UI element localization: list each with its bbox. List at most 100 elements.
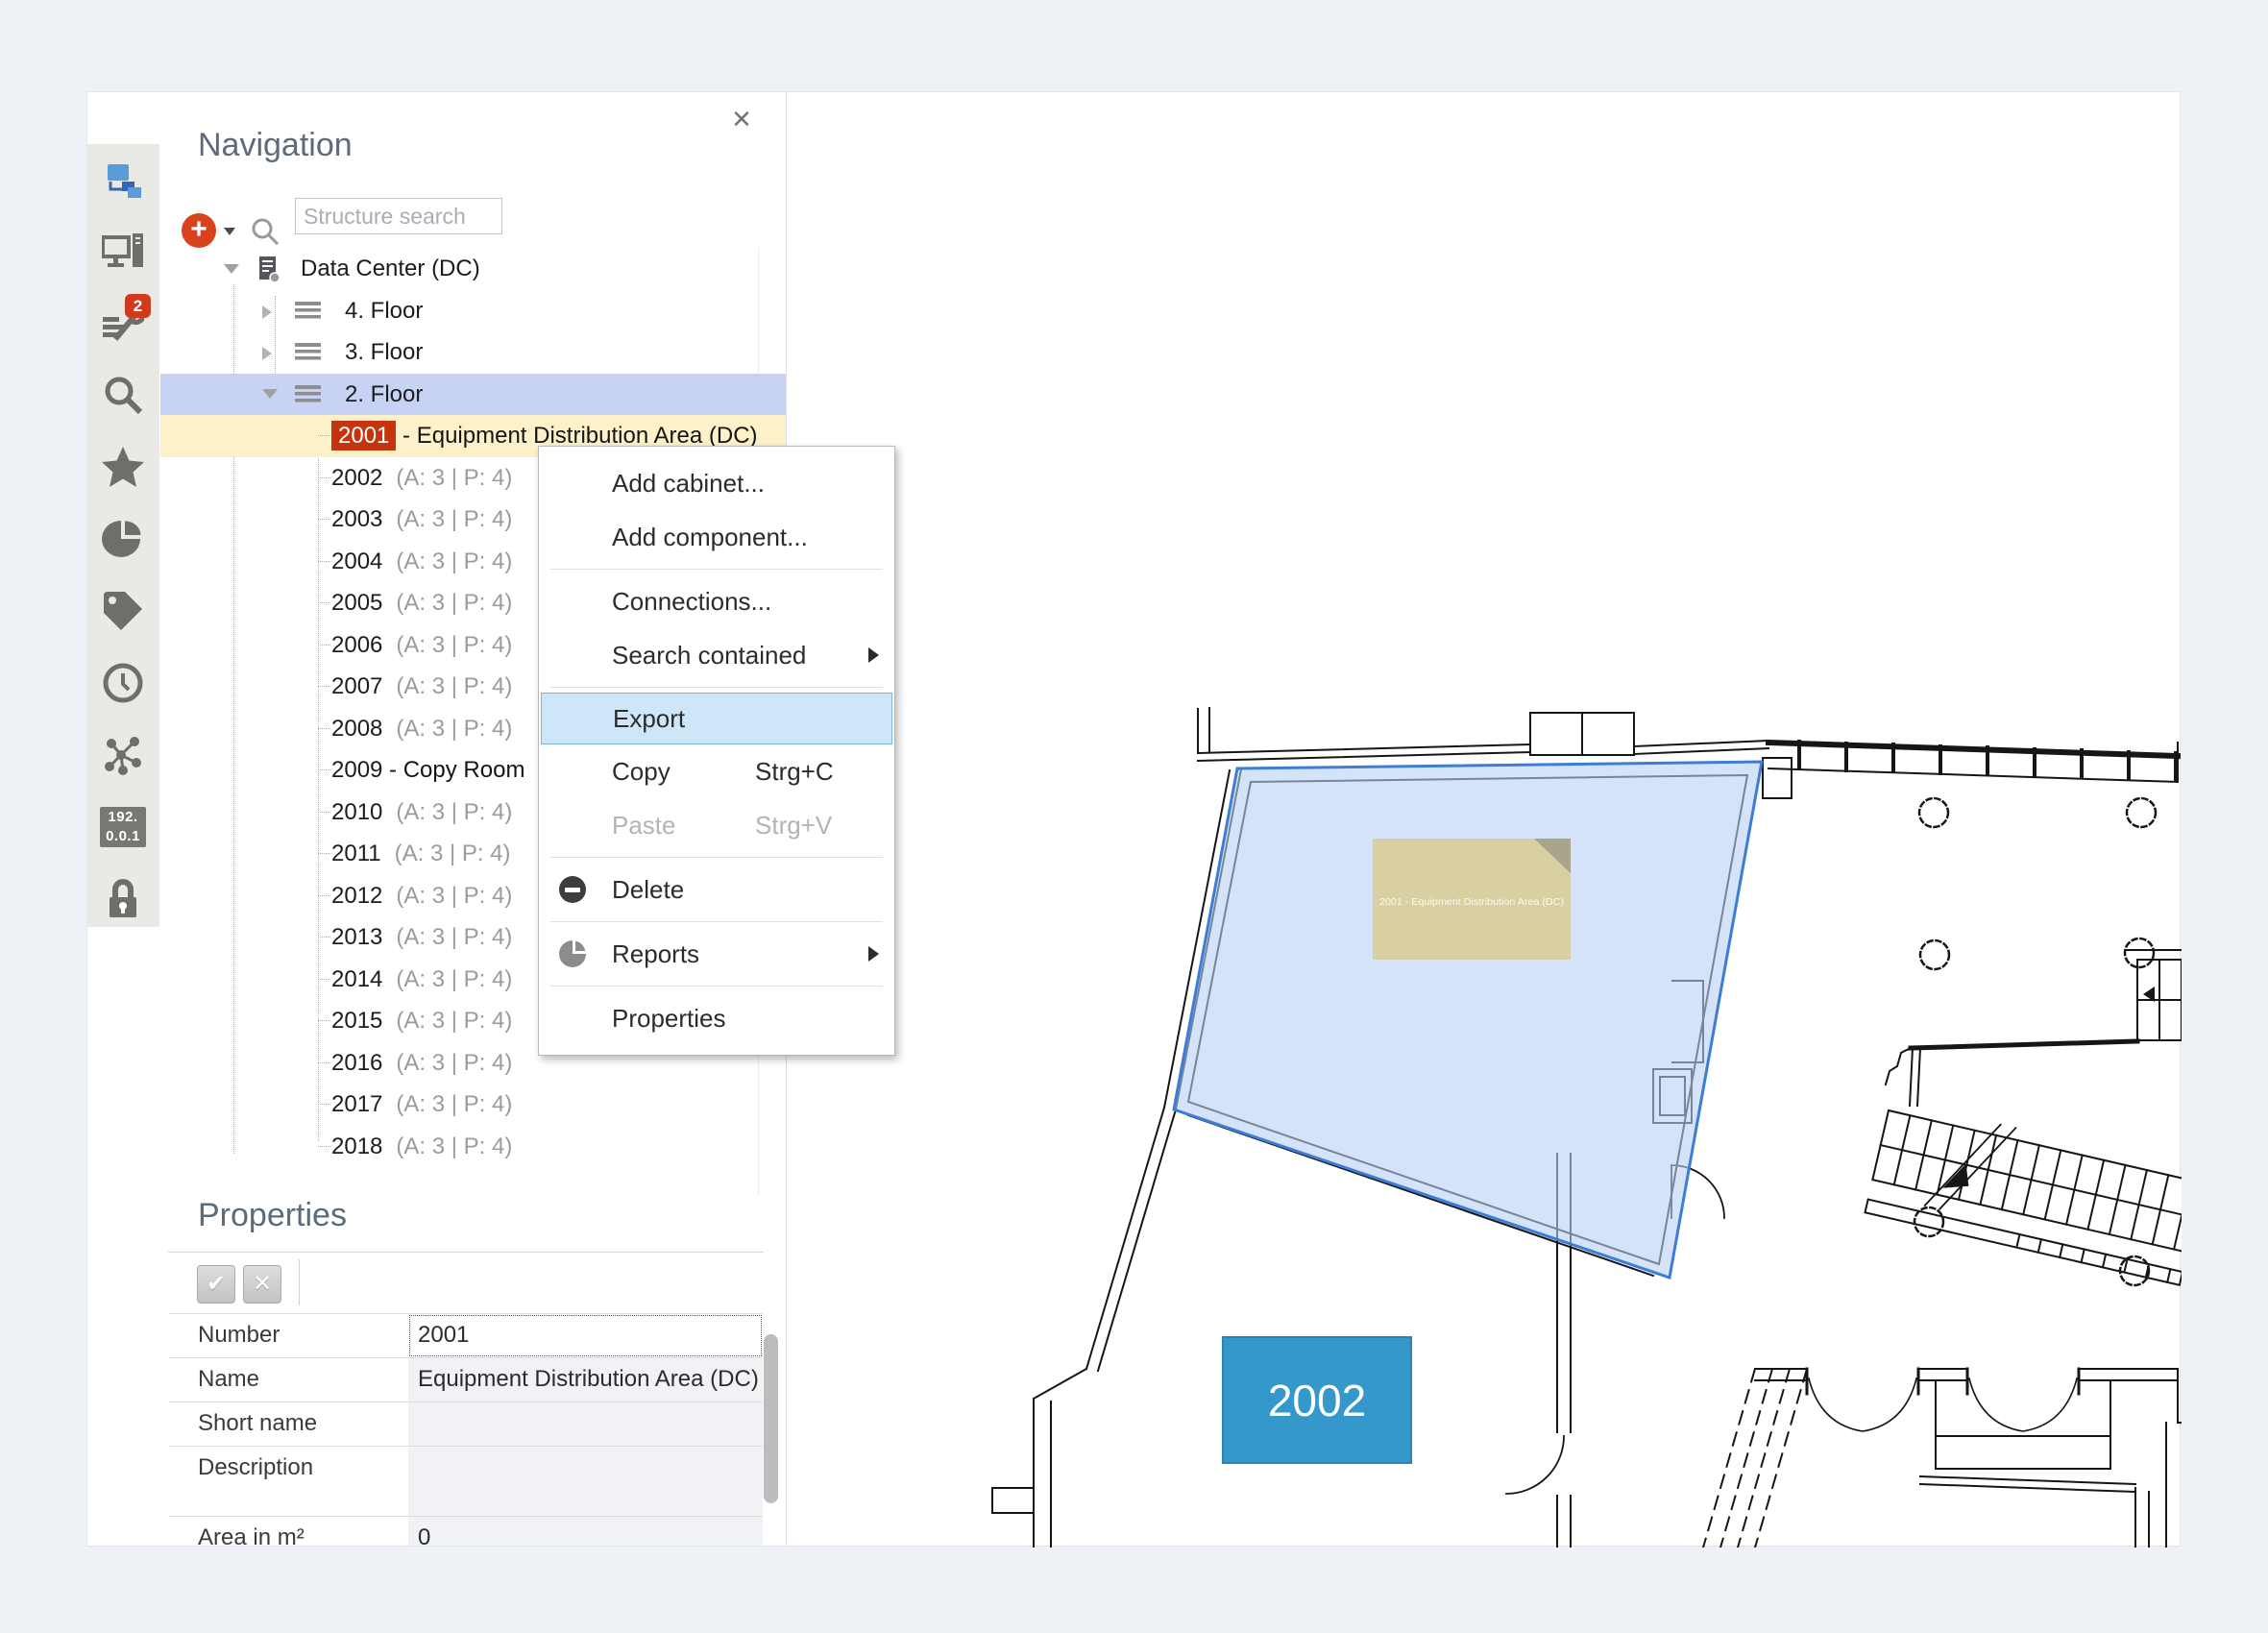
tree-row-room[interactable]: 2018 (A: 3 | P: 4) [160,1126,787,1168]
menu-item-label: Paste [612,811,676,841]
property-value-field[interactable]: 0 [408,1517,763,1546]
tree-item-meta: (A: 3 | P: 4) [396,1091,512,1117]
tree-item-meta: (A: 3 | P: 4) [396,966,512,992]
context-menu-item[interactable]: Export [541,693,892,744]
tree-item-number: 2006 [331,632,382,658]
context-menu-item[interactable]: Reports [539,927,894,981]
context-menu-item[interactable]: Copy Strg+C [539,744,894,798]
workstation-icon[interactable] [100,228,146,274]
property-value-field[interactable] [408,1402,763,1446]
search-tool-icon[interactable] [100,372,146,418]
menu-item-label: Add cabinet... [612,469,765,499]
menu-item-label: Delete [612,875,684,905]
context-menu-item[interactable]: Add cabinet... [539,456,894,510]
tree-item-meta: (A: 3 | P: 4) [396,1050,512,1076]
expander-icon[interactable] [224,264,239,274]
property-label: Name [169,1358,408,1401]
properties-grid: Number 2001 Name Equipment Distribution … [169,1313,763,1546]
tree-row-room[interactable]: 2017 (A: 3 | P: 4) [160,1084,787,1126]
add-button[interactable]: + [182,213,216,248]
tree-item-number: 2018 [331,1133,382,1159]
menu-separator [550,687,883,688]
tree-item-number: 2017 [331,1091,382,1117]
property-label: Area in m² [169,1517,408,1546]
property-value: 2001 [408,1314,763,1356]
context-menu-item[interactable]: Search contained [539,628,894,682]
ip-line-1: 192. [100,808,146,827]
tree-row-floor[interactable]: 3. Floor [160,331,787,374]
menu-separator [550,986,883,987]
divider [168,1252,764,1253]
context-menu-item[interactable]: Paste Strg+V [539,798,894,852]
menu-item-icon [558,811,587,840]
menu-item-icon [558,469,587,498]
expander-icon[interactable] [262,389,278,399]
menu-item-icon [558,587,587,616]
properties-row: Name Equipment Distribution Area (DC) [169,1357,763,1401]
properties-row: Description [169,1446,763,1516]
tree-item-label: - Equipment Distribution Area (DC) [396,423,757,449]
topology-network-icon[interactable] [100,732,146,778]
menu-item-icon [558,641,587,670]
tree-item-number: 2004 [331,548,382,574]
properties-row: Short name [169,1401,763,1446]
menu-item-icon [558,757,587,786]
tree-item-meta: (A: 3 | P: 4) [396,506,512,532]
tree-item-number: 2008 [331,716,382,742]
property-label: Description [169,1447,408,1516]
property-value-field[interactable] [408,1447,763,1516]
add-dropdown-caret-icon[interactable] [224,228,235,235]
tree-row-floor[interactable]: 2. Floor [160,374,787,416]
cancel-button[interactable]: ✕ [243,1265,281,1304]
room-info-card: 2001 - Equipment Distribution Area (DC) [1373,839,1571,960]
context-menu-item[interactable]: Properties [539,991,894,1045]
menu-item-label: Properties [612,1004,726,1034]
structure-search-input[interactable] [295,198,502,234]
tree-item-number: 2009 [331,757,382,783]
context-menu-item[interactable]: Connections... [539,574,894,628]
tree-row-data-center[interactable]: Data Center (DC) [160,248,787,290]
menu-separator [550,569,883,570]
favorites-star-icon[interactable] [100,444,146,490]
expander-icon[interactable] [262,347,272,360]
tree-item-label: 4. Floor [345,298,423,324]
tree-item-label: 2. Floor [345,381,423,407]
property-value-field[interactable]: 2001 [408,1314,763,1357]
property-value-field[interactable]: Equipment Distribution Area (DC) [408,1358,763,1401]
history-clock-icon[interactable] [100,660,146,706]
menu-item-icon [558,523,587,551]
menu-item-label: Connections... [612,587,771,617]
apply-button[interactable]: ✔ [197,1265,235,1304]
staircase [1865,1099,2182,1284]
close-icon[interactable]: ✕ [722,100,761,138]
tag-icon[interactable] [100,588,146,634]
submenu-arrow-icon [868,946,879,962]
tree-item-meta: (A: 3 | P: 4) [396,465,512,491]
reports-pie-icon[interactable] [100,516,146,562]
tree-item-meta: (A: 3 | P: 4) [396,590,512,616]
room-2002-label-text: 2002 [1268,1376,1366,1426]
context-menu-item[interactable]: Add component... [539,510,894,564]
tools-icon[interactable]: 2 [100,300,146,346]
tree-item-meta: (A: 3 | P: 4) [396,1133,512,1159]
room-2002-label[interactable]: 2002 [1223,1337,1411,1463]
security-lock-icon[interactable] [100,876,146,922]
menu-item-label: Export [613,704,685,734]
ip-address-icon[interactable]: 192. 0.0.1 [100,804,146,850]
floor-icon [295,385,321,403]
expander-icon[interactable] [262,305,272,319]
building-icon [256,255,281,290]
floor-icon [295,302,321,320]
tree-item-meta: (A: 3 | P: 4) [396,673,512,699]
property-value: 0 [408,1517,763,1546]
tree-row-floor[interactable]: 4. Floor [160,290,787,332]
navigation-structure-icon[interactable] [100,156,146,202]
tree-item-meta: (A: 3 | P: 4) [396,1008,512,1034]
ip-line-2: 0.0.1 [100,827,146,846]
properties-scrollbar[interactable] [764,1334,778,1503]
tree-item-label: - Copy Room [382,757,524,783]
navigation-title: Navigation [198,127,353,164]
menu-item-icon [558,875,587,904]
context-menu-item[interactable]: Delete [539,863,894,916]
tree-item-label: Data Center (DC) [301,256,480,281]
